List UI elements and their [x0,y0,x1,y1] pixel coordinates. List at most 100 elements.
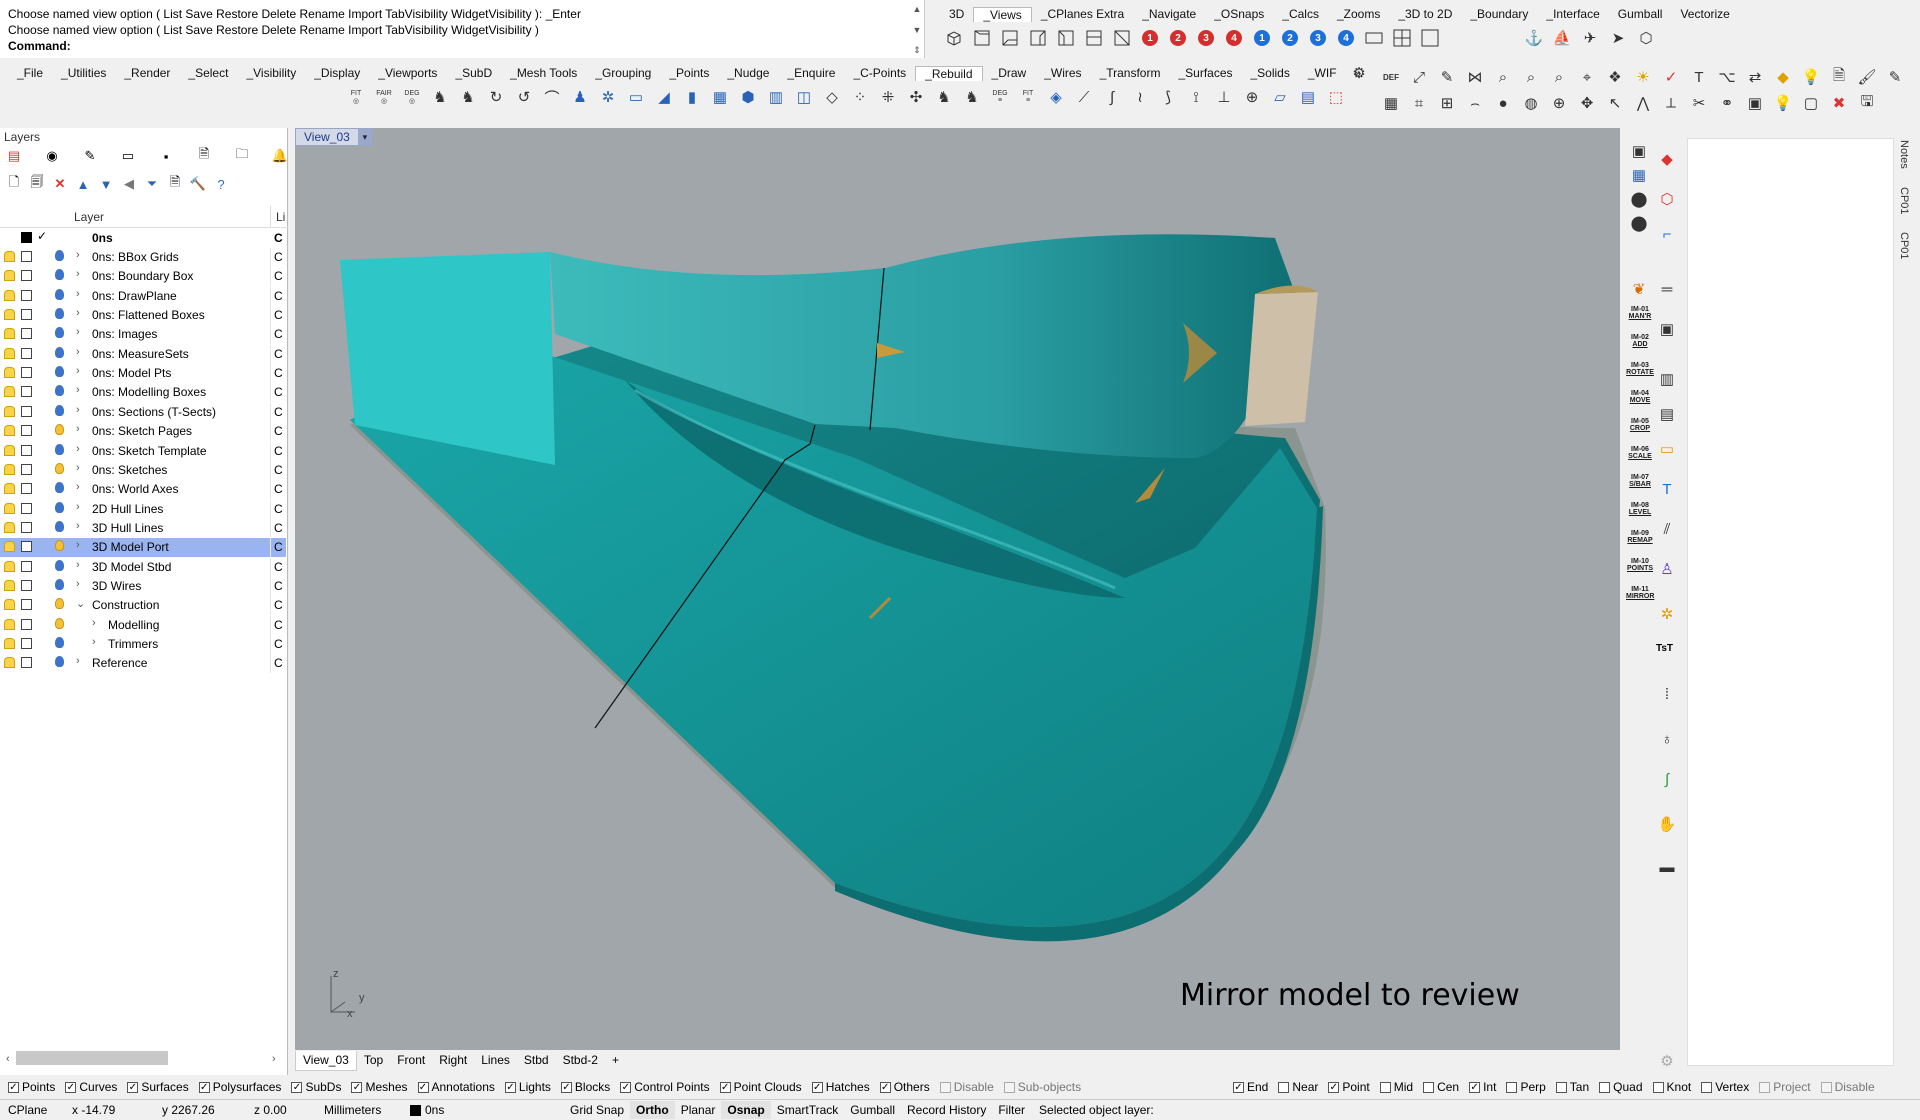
lock-icon[interactable] [4,425,15,437]
layer-material[interactable]: C [274,269,283,283]
lock-icon[interactable] [4,270,15,282]
expand-chevron-icon[interactable]: › [76,655,80,667]
main-tab[interactable]: _Surfaces [1169,66,1241,81]
main-tab[interactable]: _Utilities [52,66,115,81]
hull-icon[interactable]: ⛵ [1551,27,1573,49]
main-tab[interactable]: _Mesh Tools [501,66,586,81]
layers-tab-icon[interactable]: ▤ [6,148,22,164]
ship-icon[interactable]: ⚓ [1523,27,1545,49]
4-view-icon[interactable] [1391,27,1413,49]
visibility-bulb-icon[interactable] [55,269,64,281]
layer-row[interactable]: › 2D Hull Lines C [0,499,286,519]
checkbox-box[interactable]: ✓ [1469,1081,1481,1093]
layer-material[interactable]: C [274,637,283,651]
side-tool-3-icon[interactable]: ⌐ [1656,223,1678,245]
lock-icon[interactable] [4,502,15,514]
side-tool-9-icon[interactable]: T [1656,478,1678,500]
curve-icon[interactable]: ∫ [1101,86,1123,108]
filter-checkbox[interactable]: Vertex [1701,1080,1749,1094]
text-icon[interactable]: T [1688,66,1710,88]
viewport-tab[interactable]: Front [390,1051,432,1071]
checkbox-box[interactable]: ✓ [560,1081,572,1093]
layer-row[interactable]: › 3D Wires C [0,576,286,596]
layer-material[interactable]: C [274,424,283,438]
filter-checkbox[interactable]: Near [1278,1080,1318,1094]
filter-checkbox[interactable]: ✓ Others [879,1080,930,1094]
mesh-surface-icon[interactable]: ▦ [709,86,731,108]
expand-chevron-icon[interactable]: › [76,307,80,319]
layer-color-swatch[interactable] [21,232,32,243]
side-tool-12-icon[interactable]: ✲ [1656,603,1678,625]
top-tab[interactable]: _Zooms [1328,7,1389,22]
viewport-tab[interactable]: Right [432,1051,474,1071]
zoom-in-icon[interactable]: ⊕ [1548,92,1570,114]
layer-material[interactable]: C [274,598,283,612]
bulb-icon[interactable]: 💡 [1800,66,1822,88]
network-icon[interactable]: ❖ [1604,66,1626,88]
lock-icon[interactable] [4,347,15,359]
filter-checkbox[interactable]: ✓ Polysurfaces [198,1080,281,1094]
expand-chevron-icon[interactable]: › [76,520,80,532]
checkbox-box[interactable]: ✓ [504,1081,516,1093]
rebuild-figure-icon[interactable]: ♞ [429,86,451,108]
top-tab[interactable]: _Boundary [1461,7,1537,22]
lock-icon[interactable] [4,560,15,572]
restore-view-1-icon[interactable]: 1 [1251,27,1273,49]
viewport-title-tab[interactable]: View_03 ▾ [295,128,373,146]
top-tab[interactable]: _Navigate [1133,7,1205,22]
cylinder-icon[interactable]: ▮ [681,86,703,108]
new-layer-icon[interactable]: 🗋 [6,174,22,192]
status-toggle-button[interactable]: Grid Snap [564,1101,630,1119]
viewport-tab[interactable]: Stbd [517,1051,556,1071]
filter-checkbox[interactable]: ✓ Curves [65,1080,117,1094]
main-tab[interactable]: _File [8,66,52,81]
checkbox-box[interactable] [1820,1081,1832,1093]
side-tool-7-icon[interactable]: ▤ [1656,403,1678,425]
plane-blue-icon[interactable]: ◢ [653,86,675,108]
main-tab[interactable]: _Transform [1091,66,1170,81]
add-viewport-tab-icon[interactable]: + [605,1051,626,1071]
layer-material[interactable]: C [274,521,283,535]
checkbox-box[interactable]: ✓ [620,1081,632,1093]
main-tab[interactable]: _Wires [1035,66,1090,81]
visibility-bulb-icon[interactable] [55,366,64,378]
grid-icon[interactable]: ⊞ [1436,92,1458,114]
curve-tool-icon[interactable]: ⌢ [1464,92,1486,114]
box-icon[interactable]: ▣ [1744,92,1766,114]
expand-chevron-icon[interactable]: › [76,539,80,551]
side-tool-14-icon[interactable]: ♁ [1656,728,1678,750]
sphere-icon[interactable]: ● [1492,92,1514,114]
side-panel-tab[interactable]: CP01 [1898,232,1910,260]
expand-chevron-icon[interactable]: › [92,617,96,629]
capture-view-icon[interactable] [1363,27,1385,49]
degree-curve-icon[interactable]: DEG ◎ [401,86,423,108]
expand-chevron-icon[interactable]: › [76,268,80,280]
side-tool-1-icon[interactable]: ◆ [1656,148,1678,170]
visibility-bulb-icon[interactable] [55,520,64,532]
layer-material[interactable]: C [274,327,283,341]
main-tab[interactable]: _Render [115,66,179,81]
visibility-bulb-icon[interactable] [55,462,64,474]
expand-chevron-icon[interactable]: › [76,559,80,571]
visibility-bulb-icon[interactable] [55,598,64,610]
main-tab[interactable]: _Enquire [778,66,844,81]
gears-icon[interactable]: ✲ [597,86,619,108]
tree-icon[interactable]: ⌥ [1716,66,1738,88]
filter-icon[interactable]: ⏷ [144,176,160,192]
expand-chevron-icon[interactable]: › [76,462,80,474]
polyline-icon[interactable]: ⋀ [1632,92,1654,114]
zoom-extents-icon[interactable]: ⌕ [1520,66,1542,88]
box-red-icon[interactable]: ⬚ [1325,86,1347,108]
document-tab-icon[interactable]: 🗎 [196,146,212,164]
top-tab[interactable]: Gumball [1609,7,1672,22]
image-tool-button[interactable]: IM-01 MAN'R [1626,306,1654,320]
back-view-icon[interactable] [1083,27,1105,49]
side-tool-text[interactable]: TsT [1656,643,1673,654]
surface-twist-icon[interactable]: ⬢ [737,86,759,108]
status-toggle-button[interactable]: Record History [901,1101,992,1119]
expand-chevron-icon[interactable]: › [76,288,80,300]
ruler-icon[interactable]: ⟋ [1073,86,1095,108]
main-tab[interactable]: _Points [660,66,718,81]
filter-checkbox[interactable]: ✓ Annotations [417,1080,495,1094]
layer-color-box[interactable] [21,579,32,591]
